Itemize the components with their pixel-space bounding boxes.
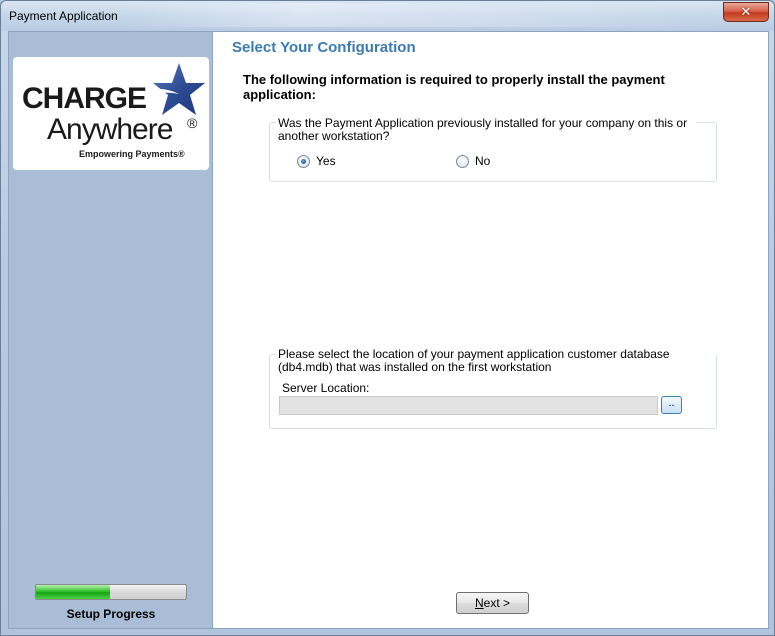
logo-registered-mark: ®	[187, 115, 198, 131]
next-button-accelerator: N	[474, 596, 484, 610]
close-button[interactable]: ✕	[723, 2, 769, 22]
client-area: CHARGE Anywhere ® Empowering Payments® S…	[8, 31, 769, 629]
next-button[interactable]: Next >	[456, 592, 529, 614]
installer-window: Payment Application ✕ CHARGE Anywhere ® …	[0, 0, 775, 636]
charge-anywhere-logo: CHARGE Anywhere ® Empowering Payments®	[13, 57, 209, 170]
title-bar-glass	[121, 3, 721, 27]
radio-no-circle[interactable]	[456, 154, 469, 168]
radio-yes-label: Yes	[316, 154, 336, 168]
setup-progress-label: Setup Progress	[66, 607, 156, 621]
star-icon	[141, 63, 205, 115]
logo-tagline: Empowering Payments®	[79, 149, 185, 159]
window-title: Payment Application	[9, 9, 118, 23]
next-button-label: ext >	[483, 596, 511, 610]
radio-yes-circle[interactable]	[297, 154, 310, 168]
browse-button[interactable]: ..	[661, 396, 682, 414]
sidebar: CHARGE Anywhere ® Empowering Payments® S…	[9, 32, 213, 628]
page-title: Select Your Configuration	[232, 39, 416, 56]
radio-no[interactable]: No	[456, 154, 490, 168]
logo-text-anywhere: Anywhere	[47, 113, 173, 146]
radio-no-label: No	[475, 154, 491, 168]
title-bar[interactable]: Payment Application ✕	[1, 1, 774, 31]
database-location-prompt: Please select the location of your payme…	[276, 348, 716, 374]
setup-progress-bar	[35, 584, 187, 600]
server-location-label: Server Location:	[282, 381, 370, 395]
logo-text-charge: CHARGE	[22, 82, 147, 115]
setup-progress-fill	[36, 585, 110, 599]
close-icon: ✕	[740, 4, 752, 20]
server-location-field[interactable]	[279, 396, 658, 415]
intro-text: The following information is required to…	[243, 72, 665, 102]
installed-question: Was the Payment Application previously i…	[276, 117, 696, 143]
radio-yes[interactable]: Yes	[297, 154, 336, 168]
